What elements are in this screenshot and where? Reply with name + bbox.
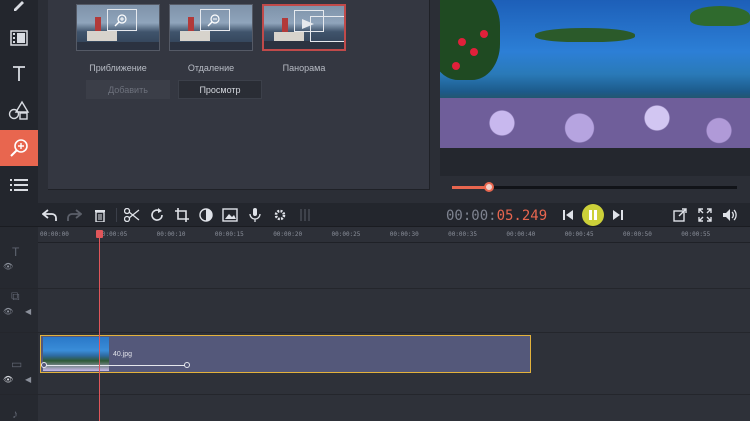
pen-icon[interactable]: [0, 0, 38, 22]
playback-slider[interactable]: [452, 186, 737, 189]
clip-keyframe[interactable]: [41, 362, 47, 368]
timeline-ruler[interactable]: 00:00:00 00:00:05 00:00:10 00:00:15 00:00:20…: [38, 227, 750, 243]
ruler-label: 00:00:40: [506, 231, 536, 238]
rotate-icon[interactable]: [147, 206, 167, 224]
clip-name: 40.jpg: [113, 351, 133, 358]
effect-zoom-out[interactable]: Отдаление: [169, 4, 253, 73]
preview-panel: [432, 0, 750, 203]
trash-icon[interactable]: [90, 206, 110, 224]
color-icon[interactable]: [196, 206, 216, 224]
overlay-track-icon: ⧉: [11, 289, 20, 303]
effect-label: Отдаление: [187, 63, 235, 73]
volume-icon[interactable]: ◀: [25, 375, 31, 384]
text-icon[interactable]: [0, 56, 38, 92]
ruler-label: 00:00:00: [40, 231, 69, 238]
ruler-label: 00:00:55: [681, 231, 711, 238]
video-preview[interactable]: [440, 0, 750, 148]
timecode: 00:00:05.249: [446, 208, 547, 224]
ruler-label: 00:00:50: [623, 231, 652, 238]
pause-icon[interactable]: [583, 206, 603, 224]
preview-footer: [440, 148, 750, 176]
video-track-icon: ▭: [11, 357, 23, 371]
timecode-base: 00:00:: [446, 208, 497, 224]
arrow-right-icon: [302, 19, 314, 29]
ruler-label: 00:00:10: [156, 231, 186, 238]
settings-icon[interactable]: [270, 206, 290, 224]
zoom-in-icon: [114, 14, 127, 27]
volume-icon[interactable]: ◀: [25, 307, 31, 316]
shapes-icon[interactable]: [0, 92, 38, 128]
timeline-clip[interactable]: 40.jpg: [40, 335, 531, 373]
audio-track-icon: ♪: [12, 407, 18, 421]
zoom-icon[interactable]: [0, 130, 38, 166]
preview-button[interactable]: Просмотр: [178, 80, 262, 99]
playback-slider-handle[interactable]: [484, 182, 495, 192]
crop-icon[interactable]: [172, 206, 192, 224]
effect-thumbnail: [76, 4, 160, 51]
effect-panorama[interactable]: Панорама: [262, 4, 346, 73]
volume-icon[interactable]: [720, 206, 740, 224]
playhead[interactable]: [99, 230, 100, 421]
eye-icon[interactable]: 👁: [3, 262, 13, 271]
ruler-label: 00:00:15: [214, 231, 244, 238]
effect-label: Панорама: [282, 63, 326, 73]
undo-icon[interactable]: [40, 206, 60, 224]
image-icon[interactable]: [220, 206, 240, 224]
clip-keyframe[interactable]: [184, 362, 190, 368]
effect-zoom-in[interactable]: Приближение: [76, 4, 160, 73]
eye-icon[interactable]: 👁: [3, 307, 13, 316]
track-headers: T 👁 ⧉ 👁 ◀ ▭ 👁 ◀ ♪: [0, 227, 38, 421]
prev-icon[interactable]: [558, 206, 578, 224]
mic-icon[interactable]: [245, 206, 265, 224]
next-icon[interactable]: [608, 206, 628, 224]
effects-list: Приближение Отдаление Панорама Добавить …: [48, 0, 430, 190]
add-button[interactable]: Добавить: [86, 80, 170, 99]
editing-toolbar: 00:00:05.249: [0, 203, 750, 227]
fullscreen-icon[interactable]: [695, 206, 715, 224]
text-track-icon: T: [12, 245, 20, 259]
effects-panel: Приближение Отдаление Панорама Добавить …: [38, 0, 432, 203]
film-icon[interactable]: [0, 20, 38, 56]
list-icon[interactable]: [0, 167, 38, 203]
clip-volume-line: [45, 365, 188, 366]
eye-icon[interactable]: 👁: [3, 375, 13, 384]
timecode-current: 05.249: [496, 208, 548, 224]
cut-icon[interactable]: [122, 206, 142, 224]
ruler-label: 00:00:30: [389, 231, 419, 238]
effect-label: Приближение: [89, 63, 147, 73]
ruler-label: 00:00:25: [331, 231, 361, 238]
zoom-out-icon: [207, 14, 220, 27]
grip-icon[interactable]: [295, 206, 315, 224]
redo-icon[interactable]: [64, 206, 84, 224]
export-icon[interactable]: [670, 206, 690, 224]
playhead-handle[interactable]: [96, 230, 103, 238]
ruler-label: 00:00:45: [564, 231, 594, 238]
ruler-label: 00:00:20: [273, 231, 303, 238]
effect-thumbnail: [169, 4, 253, 51]
ruler-label: 00:00:35: [448, 231, 477, 238]
effect-thumbnail: [262, 4, 346, 51]
tool-sidebar: [0, 0, 38, 203]
